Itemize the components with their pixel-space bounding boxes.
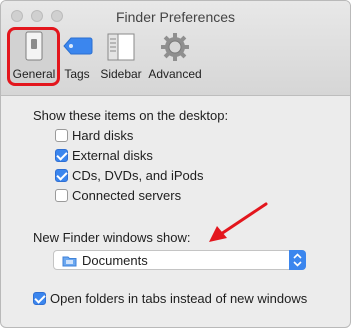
checkbox-box[interactable] xyxy=(55,189,68,202)
checkbox-box[interactable] xyxy=(55,129,68,142)
checkbox-label: Connected servers xyxy=(72,188,182,203)
folder-icon xyxy=(62,256,77,267)
tab-general-label: General xyxy=(12,67,56,81)
tab-sidebar-label: Sidebar xyxy=(100,67,142,81)
sidebar-icon xyxy=(107,33,135,61)
tab-tags-label: Tags xyxy=(64,67,90,81)
new-window-heading: New Finder windows show: xyxy=(33,230,191,245)
titlebar: Finder Preferences General Tags Sidebar … xyxy=(1,1,350,96)
checkbox-box[interactable] xyxy=(55,169,68,182)
checkbox-label: CDs, DVDs, and iPods xyxy=(72,168,204,183)
checkbox-box[interactable] xyxy=(55,149,68,162)
general-switch-icon xyxy=(25,31,43,61)
chevron-updown-icon xyxy=(293,253,302,267)
finder-preferences-window: Finder Preferences General Tags Sidebar … xyxy=(0,0,351,328)
annotation-arrow xyxy=(209,202,268,242)
tab-sidebar[interactable]: Sidebar xyxy=(97,31,145,87)
tab-advanced[interactable]: Advanced xyxy=(147,31,203,87)
window-title: Finder Preferences xyxy=(115,9,236,25)
tab-general[interactable]: General xyxy=(10,31,58,87)
checkbox-label: Hard disks xyxy=(72,128,134,143)
select-arrows[interactable] xyxy=(289,250,306,270)
gear-icon xyxy=(161,33,189,61)
new-window-select[interactable]: Documents xyxy=(53,250,306,270)
tag-icon xyxy=(63,37,93,55)
checkbox-label: Open folders in tabs instead of new wind… xyxy=(50,291,308,306)
tab-advanced-label: Advanced xyxy=(148,67,202,81)
tab-tags[interactable]: Tags xyxy=(61,31,93,87)
selected-value: Documents xyxy=(82,253,148,268)
desktop-items-heading: Show these items on the desktop: xyxy=(33,108,229,123)
general-pane: Show these items on the desktop: Hard di… xyxy=(1,96,350,327)
checkbox-box[interactable] xyxy=(33,292,46,305)
checkbox-label: External disks xyxy=(72,148,153,163)
